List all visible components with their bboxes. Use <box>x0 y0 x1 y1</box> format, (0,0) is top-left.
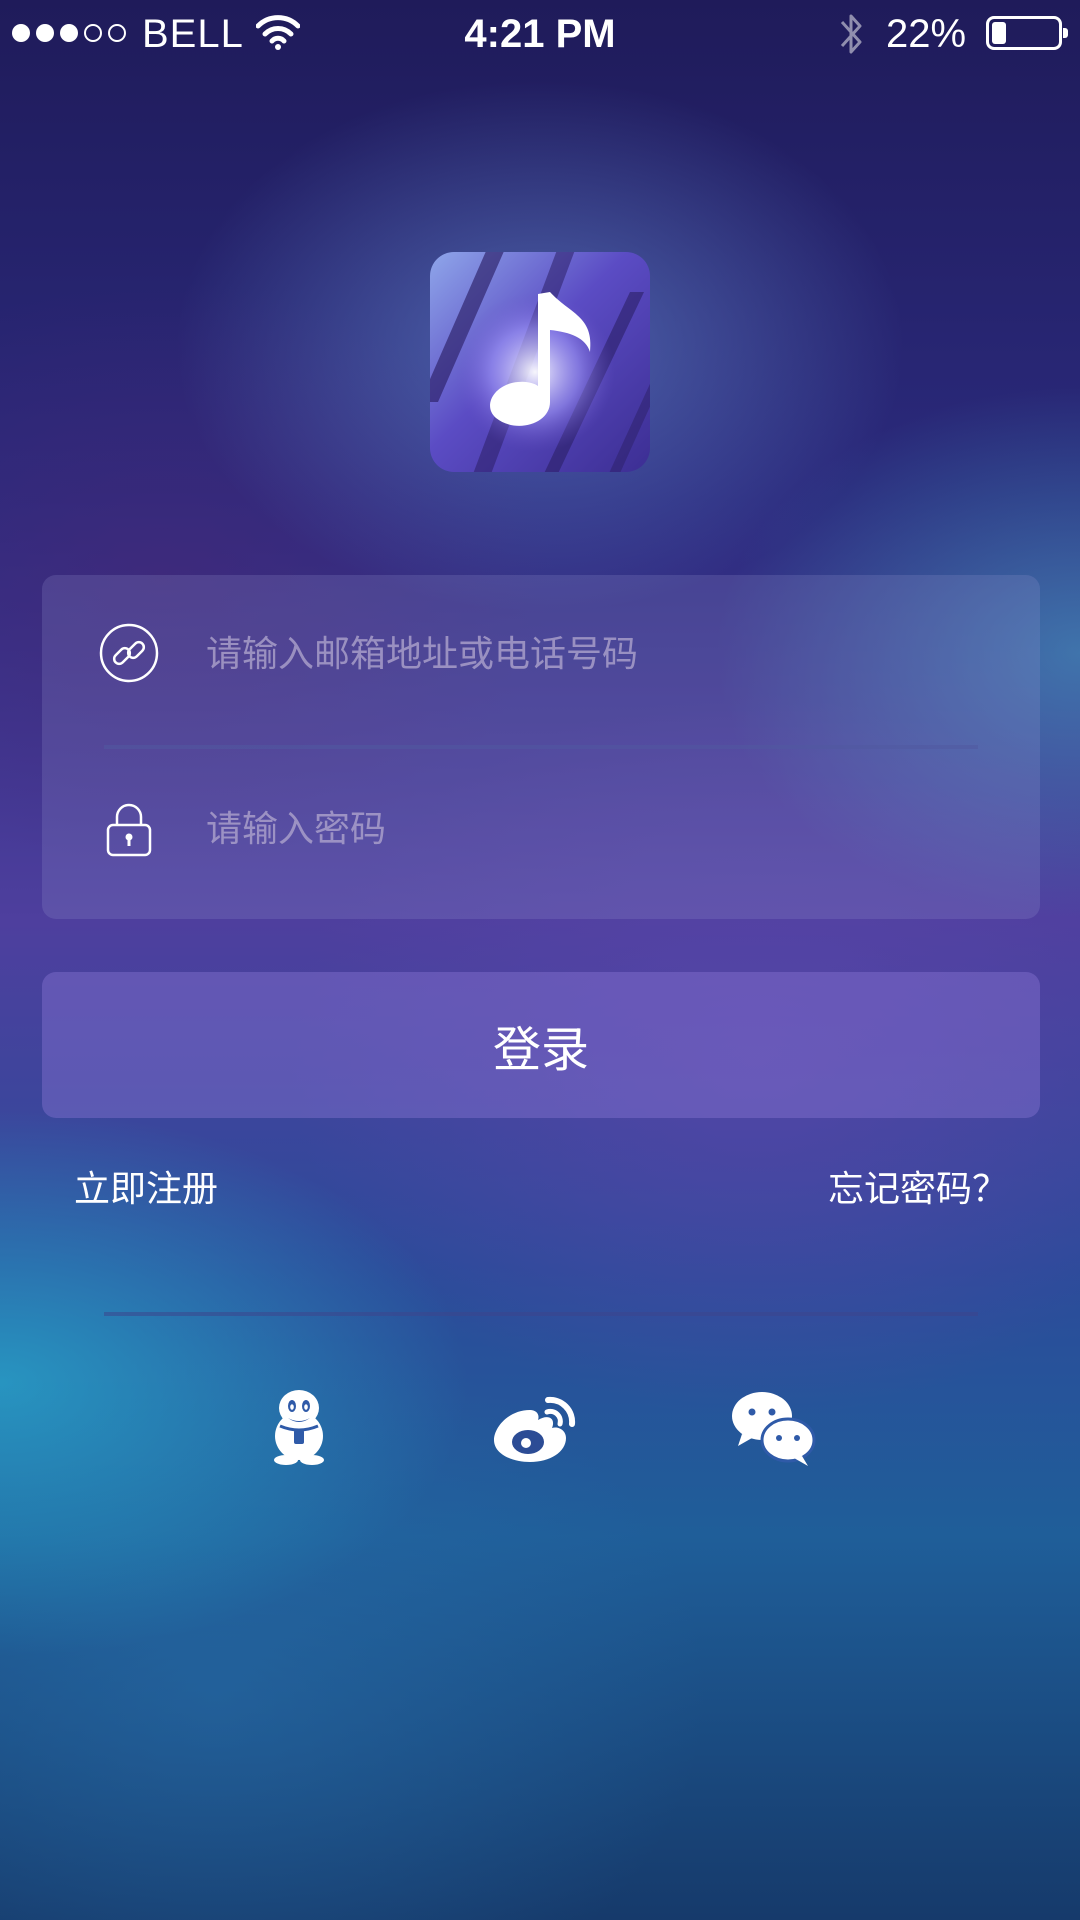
bluetooth-icon <box>840 14 862 54</box>
login-form-card <box>42 575 1040 919</box>
lock-icon <box>106 803 152 857</box>
weibo-icon <box>494 1396 576 1462</box>
login-button[interactable]: 登录 <box>42 972 1040 1118</box>
link-icon <box>99 623 159 683</box>
battery-percentage: 22% <box>886 12 967 56</box>
battery-level <box>992 22 1006 44</box>
email-field-row <box>42 575 1040 725</box>
wechat-login-button[interactable] <box>728 1388 818 1468</box>
forgot-password-link[interactable]: 忘记密码？ <box>828 1162 1008 1218</box>
register-link[interactable]: 立即注册 <box>74 1162 218 1218</box>
email-or-phone-input[interactable] <box>204 615 988 693</box>
battery-icon <box>986 16 1068 50</box>
status-bar: BELL 4:21 PM 22% <box>0 0 1080 68</box>
qq-icon <box>274 1390 324 1465</box>
password-field-row <box>42 750 1040 900</box>
password-input[interactable] <box>204 790 988 868</box>
field-divider <box>104 745 978 749</box>
qq-login-button[interactable] <box>254 1388 344 1468</box>
wechat-icon <box>732 1392 816 1466</box>
music-app-logo <box>430 252 650 472</box>
social-login-divider <box>104 1312 978 1316</box>
weibo-login-button[interactable] <box>490 1388 580 1468</box>
